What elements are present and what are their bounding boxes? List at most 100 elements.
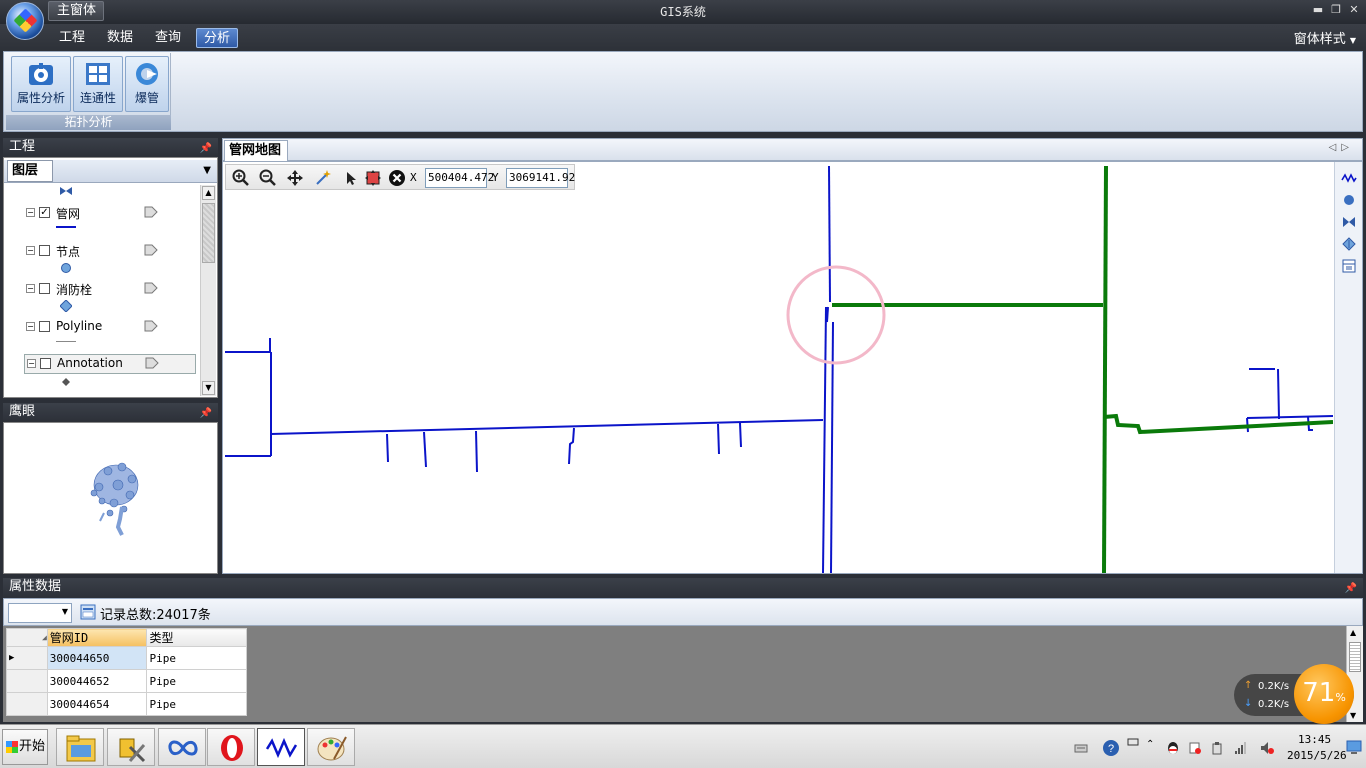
scroll-thumb[interactable] — [1349, 642, 1361, 672]
layer-checkbox[interactable] — [40, 358, 51, 369]
scroll-down-icon[interactable]: ▼ — [1350, 711, 1356, 720]
minimize-window-icon[interactable] — [1126, 737, 1140, 751]
window-style-menu[interactable]: 窗体样式 ▼ — [1294, 28, 1356, 47]
connectivity-button[interactable]: 连通性 — [73, 56, 123, 112]
row-selector[interactable] — [6, 669, 48, 693]
circle-icon[interactable] — [1341, 192, 1357, 208]
table-cell[interactable]: 300044654 — [46, 692, 148, 716]
collapse-icon[interactable]: − — [26, 208, 35, 217]
scroll-up-icon[interactable]: ▲ — [1350, 628, 1356, 637]
pin-icon[interactable]: 📌 — [1345, 580, 1357, 598]
pin-icon[interactable]: 📌 — [200, 140, 212, 157]
memory-usage-ball[interactable]: 71% — [1294, 664, 1354, 724]
signal-icon[interactable] — [1234, 741, 1248, 755]
clock-date[interactable]: 2015/5/26 — [1287, 749, 1347, 762]
zoom-in-icon[interactable] — [232, 169, 250, 187]
tab-pipe-map[interactable]: 管网地图 — [224, 140, 288, 161]
collapse-icon[interactable]: − — [26, 246, 35, 255]
collapse-icon[interactable]: − — [27, 359, 36, 368]
scroll-thumb[interactable] — [202, 203, 215, 263]
table-view-icon[interactable] — [80, 604, 96, 620]
layer-row-polyline[interactable]: − Polyline — [24, 318, 174, 338]
layer-scrollbar[interactable]: ▲ ▼ — [200, 185, 216, 396]
pipe-burst-button[interactable]: 爆管 — [125, 56, 169, 112]
menu-data[interactable]: 数据 — [103, 28, 137, 48]
clock-time[interactable]: 13:45 — [1298, 733, 1331, 746]
close-icon[interactable]: ✕ — [1346, 2, 1362, 18]
taskbar-app-gis[interactable] — [257, 728, 305, 766]
volume-muted-icon[interactable] — [1260, 741, 1274, 755]
full-extent-icon[interactable] — [364, 169, 382, 187]
table-row[interactable]: 300044654 Pipe — [6, 692, 247, 716]
column-header-pipe-id[interactable]: 管网ID — [46, 628, 148, 647]
layer-checkbox[interactable] — [39, 321, 50, 332]
row-selector-icon[interactable]: ▶ — [6, 646, 48, 670]
tab-scroll-arrows[interactable]: ◁▷ — [1329, 142, 1354, 153]
taskbar-app-explorer[interactable] — [56, 728, 104, 766]
collapse-icon[interactable]: − — [26, 284, 35, 293]
tray-expand-icon[interactable]: ⌃ — [1146, 739, 1154, 750]
app-menu-orb[interactable] — [6, 2, 44, 40]
chevron-down-icon[interactable]: ▼ — [203, 165, 211, 176]
table-icon[interactable] — [1341, 258, 1357, 274]
table-cell[interactable]: 300044652 — [46, 669, 148, 693]
scroll-down-icon[interactable]: ▼ — [202, 381, 215, 395]
start-button[interactable]: 开始 — [2, 729, 48, 765]
x-coordinate-field[interactable]: 500404.472 — [425, 168, 494, 188]
overview-map[interactable] — [3, 422, 218, 574]
pin-icon[interactable]: 📌 — [200, 405, 212, 422]
taskbar-app-tools[interactable] — [107, 728, 155, 766]
device-icon[interactable] — [1210, 741, 1224, 755]
pan-icon[interactable] — [286, 169, 304, 187]
magic-icon[interactable] — [314, 169, 332, 187]
layer-checkbox[interactable] — [39, 283, 50, 294]
row-selector[interactable] — [6, 692, 48, 716]
column-header-type[interactable]: 类型 — [146, 628, 247, 647]
scroll-up-icon[interactable]: ▲ — [202, 186, 215, 200]
keyboard-icon[interactable] — [1074, 741, 1088, 755]
layer-row-pipe[interactable]: − ✓ 管网 — [24, 204, 174, 224]
layer-row-hydrant[interactable]: − 消防栓 — [24, 280, 174, 300]
taskbar-app-opera[interactable] — [207, 728, 255, 766]
tag-icon[interactable] — [144, 320, 158, 332]
qq-icon[interactable] — [1166, 741, 1180, 755]
clear-icon[interactable] — [388, 169, 406, 187]
table-cell[interactable]: Pipe — [146, 669, 247, 693]
tag-icon[interactable] — [145, 357, 159, 369]
table-row[interactable]: 300044652 Pipe — [6, 669, 247, 693]
layer-checkbox[interactable] — [39, 245, 50, 256]
layer-row-annotation[interactable]: − Annotation — [24, 354, 196, 374]
tag-icon[interactable] — [144, 206, 158, 218]
taskbar-app-paint[interactable] — [307, 728, 355, 766]
menu-project[interactable]: 工程 — [55, 28, 89, 48]
table-cell[interactable]: Pipe — [146, 646, 247, 670]
pipe-segment — [822, 306, 827, 573]
show-desktop-icon[interactable] — [1346, 739, 1362, 755]
layer-checkbox[interactable]: ✓ — [39, 207, 50, 218]
zoom-out-icon[interactable] — [259, 169, 277, 187]
table-row[interactable]: ▶ 300044650 Pipe — [6, 646, 247, 670]
layer-select-dropdown[interactable]: ▼ — [8, 603, 72, 623]
security-icon[interactable] — [1188, 741, 1202, 755]
table-cell[interactable]: Pipe — [146, 692, 247, 716]
hydrant-icon[interactable] — [1341, 236, 1357, 252]
help-icon[interactable]: ? — [1102, 739, 1120, 757]
y-coordinate-field[interactable]: 3069141.92 — [506, 168, 575, 188]
table-cell[interactable]: 300044650 — [46, 646, 148, 670]
menu-query[interactable]: 查询 — [151, 28, 185, 48]
taskbar-app-infinity[interactable] — [158, 728, 206, 766]
restore-icon[interactable]: ❐ — [1328, 2, 1344, 18]
select-all-corner[interactable]: ◢ — [6, 628, 48, 647]
tag-icon[interactable] — [144, 244, 158, 256]
tab-layers[interactable]: 图层 — [7, 160, 53, 182]
map-canvas[interactable]: X 500404.472 Y 3069141.92 — [222, 161, 1363, 574]
menu-analysis[interactable]: 分析 — [196, 28, 238, 48]
valve-icon[interactable] — [1341, 214, 1357, 230]
minimize-icon[interactable]: ▬ — [1310, 2, 1326, 18]
tag-icon[interactable] — [144, 282, 158, 294]
polyline-icon[interactable] — [1341, 170, 1357, 186]
attribute-analysis-button[interactable]: 属性分析 — [11, 56, 71, 112]
layer-row-node[interactable]: − 节点 — [24, 242, 174, 262]
collapse-icon[interactable]: − — [26, 322, 35, 331]
select-arrow-icon[interactable] — [342, 169, 360, 187]
